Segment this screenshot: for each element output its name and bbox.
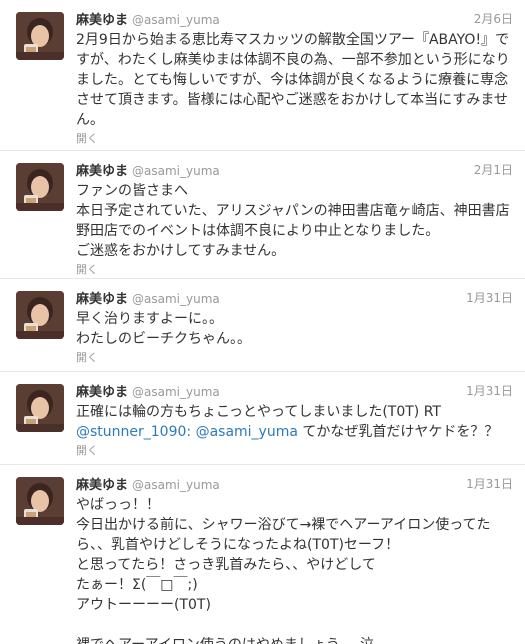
- tweet-timeline: 麻美ゆま @asami_yuma 2月6日 2月9日から始まる恵比寿マスカッツの解…: [0, 0, 525, 644]
- tweet-timestamp[interactable]: 2月1日: [474, 161, 513, 179]
- expand-link[interactable]: 開く: [76, 132, 513, 146]
- expand-link[interactable]: 開く: [76, 263, 513, 277]
- tweet-text: やばっっ！！ 今日出かける前に、シャワー浴びて→裸でヘアーアイロン使ってた ら、…: [76, 495, 513, 644]
- tweet-text: 正確には輪の方もちょこっとやってしまいました(T0T) RT @stunner_…: [76, 402, 513, 442]
- tweet-timestamp[interactable]: 1月31日: [466, 475, 513, 493]
- user-fullname[interactable]: 麻美ゆま: [76, 13, 128, 28]
- user-handle[interactable]: @asami_yuma: [132, 478, 220, 492]
- tweet-text-line: させて頂きます。皆様には心配やご迷惑をおかけして本当にすみませ: [76, 92, 508, 108]
- tweet-text-line: と思ってたら！さっき乳首みたら、、やけどして: [76, 557, 376, 573]
- tweet-text-line: ら、、乳首やけどしそうになったよね(T0T)セーフ！: [76, 537, 400, 553]
- user-handle[interactable]: @asami_yuma: [132, 385, 220, 399]
- tweet-text-line: ん。: [76, 112, 104, 128]
- tweet-text-line: @stunner_1090: @asami_yuma てかなぜ乳首だけヤケドを？…: [76, 422, 513, 442]
- tweet-text-line: 裸でヘアーアイロン使うのはやめましょう。。泣: [76, 635, 513, 644]
- mention-link[interactable]: @asami_yuma: [196, 424, 298, 440]
- tweet-item[interactable]: 麻美ゆま @asami_yuma 1月31日 やばっっ！！ 今日出かける前に、シャ…: [0, 465, 525, 644]
- tweet-text-line: すが、わたくし麻美ゆまは体調不良の為、一部不参加という形になり: [76, 52, 510, 68]
- expand-link[interactable]: 開く: [76, 351, 513, 365]
- user-fullname[interactable]: 麻美ゆま: [76, 478, 128, 493]
- tweet-text-line: 今日出かける前に、シャワー浴びて→裸でヘアーアイロン使ってた: [76, 517, 491, 533]
- tweet-text-line: 早く治りますよーに。。: [76, 311, 223, 327]
- tweet-text-line: 正確には輪の方もちょこっとやってしまいました(T0T) RT: [76, 404, 441, 420]
- tweet-text-line: 2月9日から始まる恵比寿マスカッツの解散全国ツアー『ABAYO!』で: [76, 32, 510, 48]
- avatar[interactable]: [16, 291, 64, 339]
- tweet-text-fragment: てかなぜ乳首だけヤケドを？？: [302, 424, 499, 440]
- user-fullname[interactable]: 麻美ゆま: [76, 164, 128, 179]
- user-fullname[interactable]: 麻美ゆま: [76, 385, 128, 400]
- user-handle[interactable]: @asami_yuma: [132, 13, 220, 27]
- tweet-text-line: 本日予定されていた、アリスジャパンの神田書店竜ヶ崎店、神田書店: [76, 203, 510, 219]
- mention-link[interactable]: @stunner_1090:: [76, 424, 191, 440]
- tweet-text-line: わたしのビーチクちゃん。。: [76, 331, 251, 347]
- tweet-text-line: たぁー！Σ(￣□￣;): [76, 577, 198, 593]
- tweet-item[interactable]: 麻美ゆま @asami_yuma 2月6日 2月9日から始まる恵比寿マスカッツの解…: [0, 0, 525, 151]
- tweet-timestamp[interactable]: 1月31日: [466, 382, 513, 400]
- tweet-text-line: ご迷惑をおかけしてすみません。: [76, 243, 286, 259]
- user-fullname[interactable]: 麻美ゆま: [76, 292, 128, 307]
- avatar[interactable]: [16, 12, 64, 60]
- avatar[interactable]: [16, 477, 64, 525]
- tweet-item[interactable]: 麻美ゆま @asami_yuma 1月31日 早く治りますよーに。。 わたしのビー…: [0, 279, 525, 372]
- user-handle[interactable]: @asami_yuma: [132, 292, 220, 306]
- expand-link[interactable]: 開く: [76, 444, 513, 458]
- tweet-item[interactable]: 麻美ゆま @asami_yuma 2月1日 ファンの皆さまへ 本日予定されていた、…: [0, 151, 525, 279]
- tweet-timestamp[interactable]: 2月6日: [474, 10, 513, 28]
- tweet-text-line: やばっっ！！: [76, 497, 160, 513]
- tweet-text-line: ました。とても悔しいですが、今は体調が良くなるように療養に専念: [76, 72, 509, 88]
- tweet-text: ファンの皆さまへ 本日予定されていた、アリスジャパンの神田書店竜ヶ崎店、神田書店…: [76, 181, 513, 261]
- tweet-text-line: ファンの皆さまへ: [76, 183, 188, 199]
- avatar[interactable]: [16, 384, 64, 432]
- tweet-timestamp[interactable]: 1月31日: [466, 289, 513, 307]
- avatar[interactable]: [16, 163, 64, 211]
- user-handle[interactable]: @asami_yuma: [132, 164, 220, 178]
- tweet-text-line: 野田店でのイベントは体調不良により中止となりました。: [76, 223, 440, 239]
- tweet-item[interactable]: 麻美ゆま @asami_yuma 1月31日 正確には輪の方もちょこっとやってしま…: [0, 372, 525, 465]
- tweet-text: 2月9日から始まる恵比寿マスカッツの解散全国ツアー『ABAYO!』で すが、わた…: [76, 30, 513, 130]
- tweet-text: 早く治りますよーに。。 わたしのビーチクちゃん。。: [76, 309, 513, 349]
- tweet-text-line: アウトーーーー(T0T): [76, 597, 211, 613]
